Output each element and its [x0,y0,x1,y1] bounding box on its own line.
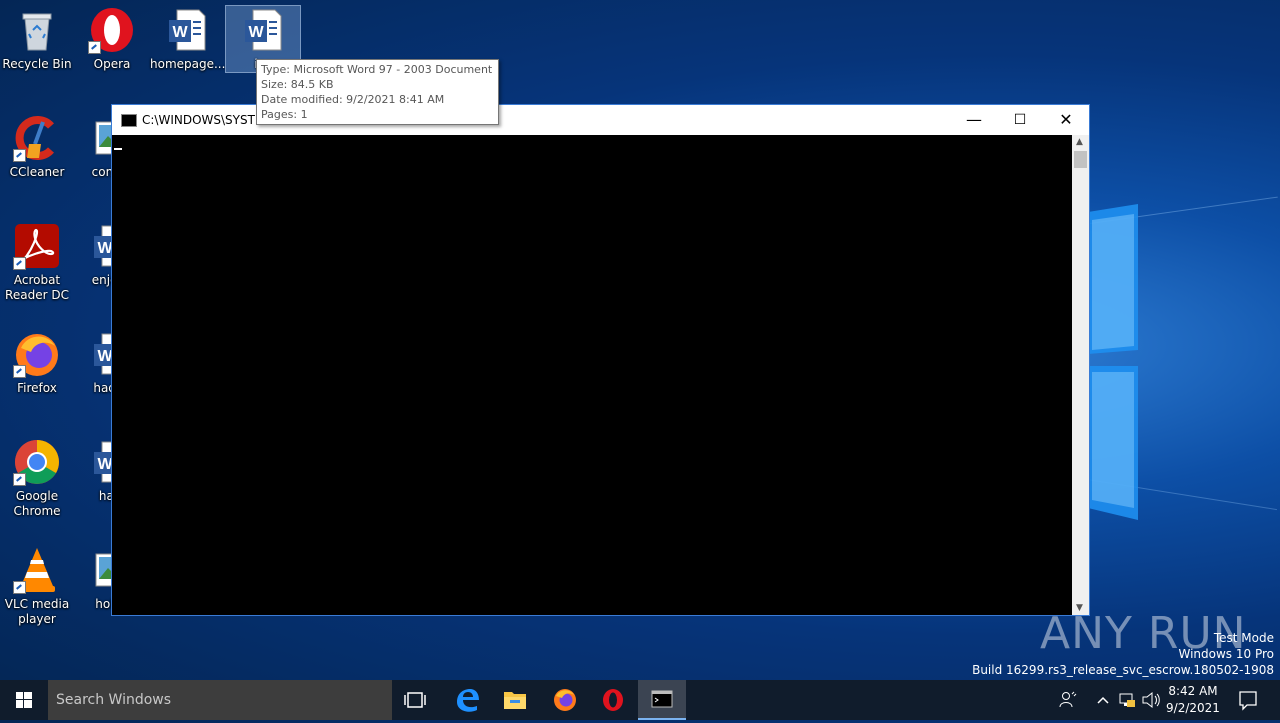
svg-text:W: W [248,24,264,41]
shortcut-arrow-icon [13,149,26,162]
task-view-button[interactable] [392,680,440,720]
desktop-icon-ccleaner[interactable]: CCleaner [0,114,74,180]
action-center-button[interactable] [1236,680,1260,720]
people-icon [1059,691,1077,708]
ccleaner-icon [13,114,61,162]
desktop-icon-label: homepage... [150,57,226,71]
text-cursor [114,148,122,150]
close-button[interactable]: ✕ [1043,105,1089,135]
desktop-icon-chrome[interactable]: Google Chrome [0,438,74,519]
desktop-icon-label: CCleaner [9,165,65,179]
word-document-icon: W [239,6,287,54]
system-clock[interactable]: 8:42 AM 9/2/2021 [1160,683,1226,717]
cmd-app-icon [121,114,137,127]
acrobat-reader-icon [13,222,61,270]
taskbar-edge[interactable] [443,680,491,720]
desktop-icon-label: VLC media player [4,597,70,626]
task-view-icon [404,692,426,708]
desktop-icon-opera[interactable]: Opera [75,6,149,72]
desktop-icon-label: Firefox [17,381,57,395]
word-document-icon: W [163,6,211,54]
start-button[interactable] [0,680,48,720]
shortcut-arrow-icon [13,257,26,270]
opera-icon [603,689,623,711]
maximize-button[interactable]: ☐ [997,105,1043,135]
desktop-icon-homepage-doc[interactable]: W homepage... [150,6,226,72]
chrome-icon [13,438,61,486]
shortcut-arrow-icon [13,473,26,486]
clock-date: 9/2/2021 [1166,701,1220,715]
windows-logo-wallpaper [1088,204,1138,520]
tooltip-date-modified: Date modified: 9/2/2021 8:41 AM [261,93,445,106]
opera-icon [88,6,136,54]
console-output-area[interactable] [112,135,1072,615]
test-mode-watermark: Test Mode Windows 10 Pro Build 16299.rs3… [972,630,1274,678]
scrollbar-thumb[interactable] [1074,151,1087,168]
clock-time: 8:42 AM [1168,684,1218,698]
edge-icon [457,689,479,712]
firefox-icon [554,689,576,711]
taskbar-file-explorer[interactable] [491,680,539,720]
people-button[interactable] [1056,680,1080,720]
firefox-icon [13,330,61,378]
vertical-scrollbar[interactable]: ▲ ▼ [1072,135,1089,615]
windows-start-icon [16,692,32,708]
cmd-icon [651,690,673,708]
vlc-icon [13,546,61,594]
scroll-up-arrow-icon[interactable]: ▲ [1076,137,1083,147]
tooltip-pages: Pages: 1 [261,108,308,121]
taskbar: Search Windows 8:42 AM 9/2/2021 [0,680,1280,720]
test-mode-label: Test Mode [1213,631,1274,645]
taskbar-search-box[interactable]: Search Windows [48,680,392,720]
folder-icon [504,692,526,709]
cmd-window[interactable]: C:\WINDOWS\SYSTEM — ☐ ✕ ▲ ▼ [111,104,1090,616]
desktop-icon-label: Opera [93,57,131,71]
desktop-icon-vlc[interactable]: VLC media player [0,546,74,627]
cmd-window-title: C:\WINDOWS\SYSTEM [142,113,273,127]
taskbar-opera[interactable] [589,680,637,720]
svg-text:W: W [172,24,188,41]
shortcut-arrow-icon [13,365,26,378]
notification-icon [1239,691,1257,711]
minimize-button[interactable]: — [951,105,997,135]
desktop-icon-label: Recycle Bin [2,57,72,71]
desktop-icon-firefox[interactable]: Firefox [0,330,74,396]
windows-edition-label: Windows 10 Pro [1178,647,1274,661]
show-hidden-icons-button[interactable] [1091,680,1115,720]
tooltip-type: Type: Microsoft Word 97 - 2003 Document [261,63,493,76]
desktop-icon-label: Google Chrome [13,489,61,518]
chevron-up-icon [1097,696,1109,704]
shortcut-arrow-icon [88,41,101,54]
file-info-tooltip: Type: Microsoft Word 97 - 2003 Document … [256,59,499,125]
network-button[interactable] [1115,680,1139,720]
shortcut-arrow-icon [13,581,26,594]
desktop-icon-recycle-bin[interactable]: Recycle Bin [0,6,74,72]
taskbar-cmd[interactable] [638,680,686,720]
desktop-icon-acrobat[interactable]: Acrobat Reader DC [0,222,74,303]
recycle-bin-icon [13,6,61,54]
taskbar-firefox[interactable] [541,680,589,720]
network-icon [1119,693,1135,707]
tooltip-size: Size: 84.5 KB [261,78,334,91]
desktop-icon-label: Acrobat Reader DC [5,273,69,302]
build-label: Build 16299.rs3_release_svc_escrow.18050… [972,663,1274,677]
